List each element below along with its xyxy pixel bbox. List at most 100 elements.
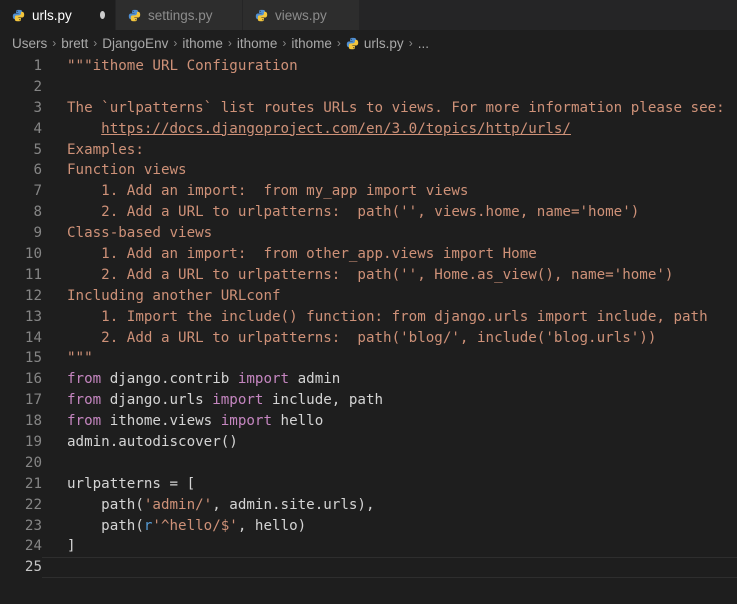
code-token: Class-based views	[67, 225, 213, 242]
line-number: 16	[24, 371, 42, 388]
chevron-right-icon: ›	[93, 36, 98, 50]
code-text: from ithome.views import hello	[42, 411, 737, 432]
code-text: admin.autodiscover()	[42, 432, 737, 453]
code-line[interactable]: 17 from django.urls import include, path	[0, 390, 737, 411]
code-line[interactable]: 6 Function views	[0, 160, 737, 181]
tab-label: views.py	[275, 7, 327, 23]
code-line[interactable]: 22 path('admin/', admin.site.urls),	[0, 495, 737, 516]
code-token[interactable]: https://docs.djangoproject.com/en/3.0/to…	[101, 121, 571, 137]
code-token: include, path	[263, 392, 384, 409]
code-line[interactable]: 10 1. Add an import: from other_app.view…	[0, 244, 737, 265]
code-line[interactable]: 25	[0, 557, 737, 579]
breadcrumb-item[interactable]: ithome	[182, 36, 223, 51]
code-text: ]	[42, 536, 737, 557]
code-token: admin.autodiscover()	[67, 434, 238, 451]
code-text: path('admin/', admin.site.urls),	[42, 495, 737, 516]
line-number: 7	[33, 183, 42, 200]
code-text: Including another URLconf	[42, 286, 737, 307]
chevron-right-icon: ›	[408, 36, 413, 50]
line-number: 13	[24, 308, 42, 325]
code-text: 1. Import the include() function: from d…	[42, 307, 737, 328]
code-token: ]	[67, 538, 76, 555]
code-line[interactable]: 8 2. Add a URL to urlpatterns: path('', …	[0, 202, 737, 223]
code-text: https://docs.djangoproject.com/en/3.0/to…	[42, 119, 737, 140]
code-text: Examples:	[42, 140, 737, 161]
python-icon	[255, 9, 268, 22]
tab-label: settings.py	[148, 7, 213, 23]
code-text: 1. Add an import: from my_app import vie…	[42, 181, 737, 202]
line-number: 6	[33, 162, 42, 179]
code-line[interactable]: 7 1. Add an import: from my_app import v…	[0, 181, 737, 202]
code-token: import	[212, 392, 264, 409]
code-line[interactable]: 19 admin.autodiscover()	[0, 432, 737, 453]
code-editor[interactable]: 1 """ithome URL Configuration 2 3 The `urlpa…	[0, 56, 737, 604]
line-number: 24	[24, 538, 42, 555]
python-icon	[128, 9, 141, 22]
unsaved-dot-icon[interactable]	[99, 11, 105, 19]
code-token: django.urls	[101, 392, 213, 409]
code-token: 2. Add a URL to urlpatterns: path('', Ho…	[67, 266, 674, 283]
code-token: 2. Add a URL to urlpatterns: path('', vi…	[67, 204, 640, 221]
chevron-right-icon: ›	[336, 36, 341, 50]
breadcrumb-item[interactable]: ithome	[237, 36, 278, 51]
breadcrumb-item[interactable]: ...	[418, 36, 429, 51]
code-token: import	[220, 413, 273, 430]
breadcrumb-item[interactable]: Users	[12, 36, 47, 51]
code-line[interactable]: 9 Class-based views	[0, 223, 737, 244]
breadcrumb-item[interactable]: DjangoEnv	[102, 36, 168, 51]
line-number: 25	[24, 559, 42, 576]
line-number: 19	[24, 434, 42, 451]
code-line[interactable]: 1 """ithome URL Configuration	[0, 56, 737, 77]
code-token: django.contrib	[101, 371, 238, 388]
code-line[interactable]: 14 2. Add a URL to urlpatterns: path('bl…	[0, 328, 737, 349]
line-number: 17	[24, 392, 42, 409]
code-token: 1. Add an import: from other_app.views i…	[67, 246, 537, 263]
tab-views-py[interactable]: views.py	[243, 0, 360, 30]
tab-settings-py[interactable]: settings.py	[116, 0, 243, 30]
python-icon	[346, 37, 359, 50]
breadcrumb-item[interactable]: brett	[61, 36, 88, 51]
code-token: '^hello/$'	[152, 517, 238, 534]
code-line[interactable]: 13 1. Import the include() function: fro…	[0, 307, 737, 328]
code-line[interactable]: 4 https://docs.djangoproject.com/en/3.0/…	[0, 119, 737, 140]
code-token: , hello)	[237, 517, 307, 534]
code-line[interactable]: 16 from django.contrib import admin	[0, 369, 737, 390]
code-text: Class-based views	[42, 223, 737, 244]
code-line[interactable]: 23 path(r'^hello/$', hello)	[0, 516, 737, 537]
code-token: admin	[289, 371, 341, 388]
code-text: 2. Add a URL to urlpatterns: path('', vi…	[42, 202, 737, 223]
code-text	[42, 557, 737, 579]
breadcrumb-item[interactable]: ithome	[291, 36, 332, 51]
code-line[interactable]: 2	[0, 77, 737, 98]
code-line[interactable]: 20	[0, 453, 737, 474]
line-number: 18	[24, 413, 42, 430]
line-number: 5	[33, 141, 42, 158]
line-number: 20	[24, 454, 42, 471]
line-number: 9	[33, 225, 42, 242]
code-line[interactable]: 5 Examples:	[0, 140, 737, 161]
code-line[interactable]: 24]	[0, 536, 737, 557]
line-number: 22	[24, 496, 42, 513]
code-line[interactable]: 12 Including another URLconf	[0, 286, 737, 307]
code-token: """	[67, 350, 93, 367]
code-text: urlpatterns = [	[42, 474, 737, 495]
code-line[interactable]: 15 """	[0, 348, 737, 369]
breadcrumb-item[interactable]: urls.py	[364, 36, 404, 51]
code-token: Examples:	[67, 141, 144, 158]
code-token: """ithome URL Configuration	[67, 58, 298, 74]
code-token: Function views	[67, 162, 187, 179]
code-text: 1. Add an import: from other_app.views i…	[42, 244, 737, 265]
code-line[interactable]: 3 The `urlpatterns` list routes URLs to v…	[0, 98, 737, 119]
code-line[interactable]: 21 urlpatterns = [	[0, 474, 737, 495]
tab-urls-py[interactable]: urls.py	[0, 0, 116, 30]
code-token: import	[237, 371, 290, 388]
tab-label: urls.py	[32, 7, 72, 23]
code-line[interactable]: 18 from ithome.views import hello	[0, 411, 737, 432]
code-text: Function views	[42, 160, 737, 181]
code-token: , admin.site.urls),	[212, 496, 375, 513]
code-line[interactable]: 11 2. Add a URL to urlpatterns: path('',…	[0, 265, 737, 286]
chevron-right-icon: ›	[173, 36, 178, 50]
code-token: 2. Add a URL to urlpatterns: path('blog/…	[67, 329, 657, 346]
